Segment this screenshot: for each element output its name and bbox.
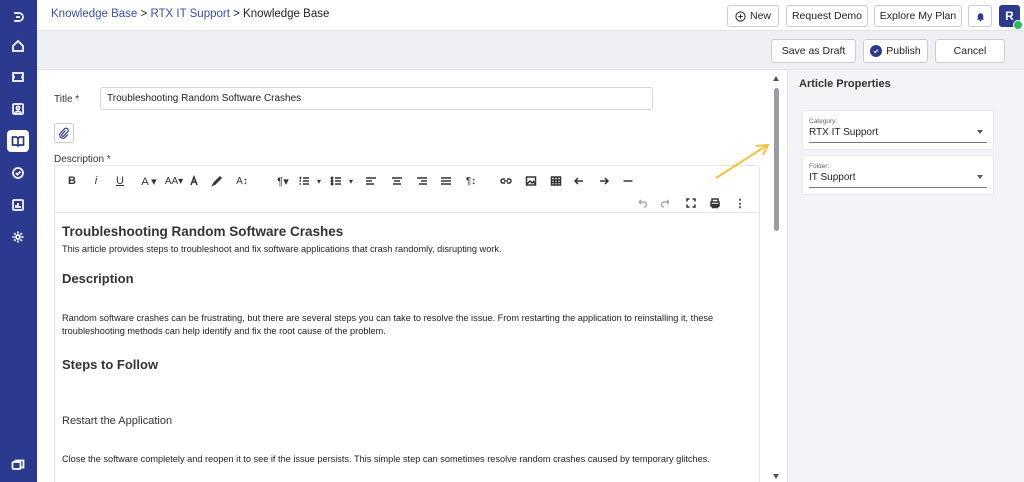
chevron-down-icon	[977, 130, 983, 134]
undo-arrow-icon[interactable]	[572, 173, 586, 189]
save-as-draft-label: Save as Draft	[781, 45, 846, 57]
publish-button[interactable]: Publish	[863, 39, 928, 63]
new-button[interactable]: New	[727, 5, 779, 27]
horizontal-rule-icon[interactable]	[621, 173, 635, 189]
scroll-down-icon[interactable]	[773, 474, 779, 479]
align-center-icon[interactable]	[390, 173, 404, 189]
explore-plan-button[interactable]: Explore My Plan	[874, 5, 962, 27]
category-select[interactable]: Category: RTX IT Support	[802, 110, 994, 150]
home-icon[interactable]	[7, 35, 29, 57]
check-circle-icon	[870, 45, 883, 57]
steps-heading: Steps to Follow	[62, 357, 159, 372]
link-icon[interactable]	[499, 173, 513, 189]
avatar[interactable]: R	[999, 5, 1023, 30]
breadcrumb-rtx-it-support[interactable]: RTX IT Support	[150, 8, 229, 20]
request-demo-button[interactable]: Request Demo	[786, 5, 868, 27]
request-demo-label: Request Demo	[791, 10, 863, 22]
text-size-icon[interactable]: A↕	[235, 173, 249, 189]
new-button-label: New	[749, 10, 771, 22]
step1-text: Close the software completely and reopen…	[62, 454, 710, 464]
publish-label: Publish	[886, 45, 921, 57]
save-as-draft-button[interactable]: Save as Draft	[771, 39, 856, 63]
rich-text-editor[interactable]: B i U A ▾ AA▾ A↕ ¶▾ ▾ ▾ ¶↕ ⋮ Troubleshoo…	[54, 165, 760, 482]
folder-underline	[809, 187, 987, 188]
article-intro: This article provides steps to troublesh…	[62, 244, 502, 254]
plus-circle-icon	[735, 10, 746, 22]
redo-arrow-icon[interactable]	[597, 173, 611, 189]
align-left-icon[interactable]	[364, 173, 378, 189]
chat-icon[interactable]	[7, 455, 29, 477]
bold-icon[interactable]: B	[65, 173, 79, 189]
description-text: Random software crashes can be frustrati…	[62, 313, 714, 336]
folder-label: Folder:	[809, 163, 830, 170]
breadcrumb-separator: >	[233, 8, 240, 20]
breadcrumb-separator: >	[140, 8, 148, 20]
settings-icon[interactable]	[7, 226, 29, 248]
article-form: Title * Troubleshooting Random Software …	[37, 70, 787, 482]
annotation-arrow-icon	[715, 143, 770, 179]
ordered-list-caret-icon[interactable]: ▾	[314, 173, 324, 189]
italic-icon[interactable]: i	[90, 173, 102, 189]
print-icon[interactable]	[708, 195, 722, 211]
knowledge-base-icon[interactable]	[7, 130, 29, 152]
explore-plan-label: Explore My Plan	[879, 10, 957, 22]
title-input[interactable]: Troubleshooting Random Software Crashes	[100, 87, 653, 110]
reports-icon[interactable]	[7, 194, 29, 216]
contacts-icon[interactable]	[7, 98, 29, 120]
article-heading: Troubleshooting Random Software Crashes	[62, 224, 344, 239]
notifications-button[interactable]	[968, 5, 992, 27]
avatar-initial: R	[1005, 9, 1014, 23]
breadcrumb-knowledge-base[interactable]: Knowledge Base	[51, 8, 137, 20]
underline-icon[interactable]: U	[113, 173, 127, 189]
font-size-icon[interactable]: AA▾	[163, 173, 185, 189]
logo-icon[interactable]	[7, 6, 29, 28]
paragraph-icon[interactable]: ¶▾	[273, 173, 293, 189]
folder-value: IT Support	[809, 172, 856, 183]
unordered-list-icon[interactable]	[329, 173, 343, 189]
paperclip-icon	[59, 127, 69, 139]
category-value: RTX IT Support	[809, 127, 879, 138]
folder-select[interactable]: Folder: IT Support	[802, 155, 994, 195]
description-label: Description *	[54, 154, 111, 165]
panel-title: Article Properties	[799, 78, 891, 90]
table-icon[interactable]	[549, 173, 563, 189]
more-icon[interactable]: ⋮	[733, 195, 747, 211]
unordered-list-caret-icon[interactable]: ▾	[346, 173, 356, 189]
category-underline	[809, 142, 987, 143]
ordered-list-icon[interactable]	[297, 173, 311, 189]
category-label: Category:	[809, 118, 838, 125]
title-label: Title *	[54, 94, 80, 105]
cancel-button[interactable]: Cancel	[935, 39, 1005, 63]
attachment-button[interactable]	[54, 123, 74, 143]
cancel-label: Cancel	[953, 45, 987, 57]
scroll-thumb[interactable]	[774, 88, 779, 231]
fullscreen-icon[interactable]	[684, 195, 698, 211]
online-status-icon	[1013, 20, 1023, 30]
step1-title: Restart the Application	[62, 415, 173, 427]
highlight-icon[interactable]	[210, 173, 224, 189]
breadcrumb: Knowledge Base > RTX IT Support > Knowle…	[51, 8, 329, 20]
bell-icon	[976, 12, 984, 22]
article-properties-panel: Article Properties Category: RTX IT Supp…	[787, 70, 1024, 482]
format-painter-icon[interactable]	[187, 173, 201, 189]
justify-icon[interactable]	[439, 173, 453, 189]
scroll-up-icon[interactable]	[773, 76, 779, 81]
sidebar	[0, 0, 37, 482]
align-right-icon[interactable]	[415, 173, 429, 189]
breadcrumb-current: Knowledge Base	[243, 8, 330, 20]
tasks-icon[interactable]	[7, 162, 29, 184]
editor-toolbar: B i U A ▾ AA▾ A↕ ¶▾ ▾ ▾ ¶↕ ⋮	[55, 166, 759, 213]
top-bar: Knowledge Base > RTX IT Support > Knowle…	[37, 0, 1024, 31]
tickets-icon[interactable]	[7, 66, 29, 88]
redo-icon[interactable]	[659, 195, 673, 211]
image-icon[interactable]	[524, 173, 538, 189]
description-heading: Description	[62, 271, 134, 286]
undo-icon[interactable]	[635, 195, 649, 211]
scrollbar[interactable]	[772, 70, 782, 482]
font-color-icon[interactable]: A ▾	[138, 173, 160, 189]
action-bar: Save as Draft Publish Cancel	[37, 31, 1024, 70]
direction-icon[interactable]: ¶↕	[464, 173, 478, 189]
chevron-down-icon	[977, 175, 983, 179]
